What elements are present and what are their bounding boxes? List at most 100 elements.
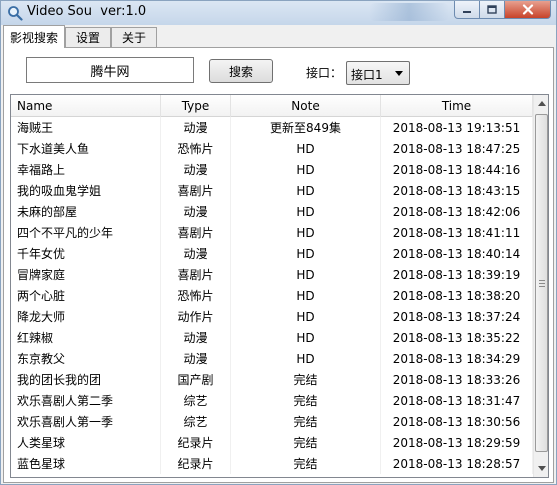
minimize-button[interactable]	[454, 1, 480, 19]
cell-note: HD	[231, 201, 381, 222]
search-button[interactable]: 搜索	[209, 59, 273, 83]
cell-note: HD	[231, 348, 381, 369]
cell-name: 降龙大师	[11, 306, 161, 327]
close-button[interactable]	[504, 1, 551, 19]
cell-time: 2018-08-13 18:44:16	[381, 159, 533, 180]
cell-time: 2018-08-13 18:38:20	[381, 285, 533, 306]
cell-type: 动漫	[161, 117, 231, 138]
cell-note: HD	[231, 327, 381, 348]
cell-name: 未麻的部屋	[11, 201, 161, 222]
cell-name: 欢乐喜剧人第二季	[11, 390, 161, 411]
dropdown-arrow-icon	[395, 71, 403, 76]
cell-note: 完结	[231, 369, 381, 390]
table-row[interactable]: 四个不平凡的少年 喜剧片 HD 2018-08-13 18:41:11	[11, 222, 533, 243]
cell-note: 完结	[231, 411, 381, 432]
cell-time: 2018-08-13 18:39:19	[381, 264, 533, 285]
cell-time: 2018-08-13 18:37:24	[381, 306, 533, 327]
scrollbar-thumb[interactable]	[535, 114, 548, 452]
tab-strip: 影视搜索 设置 关于	[3, 25, 554, 48]
cell-time: 2018-08-13 18:35:22	[381, 327, 533, 348]
cell-type: 国产剧	[161, 369, 231, 390]
tab-about[interactable]: 关于	[111, 27, 157, 47]
cell-type: 综艺	[161, 390, 231, 411]
cell-type: 动漫	[161, 159, 231, 180]
close-icon	[522, 4, 533, 15]
cell-note: HD	[231, 180, 381, 201]
table-row[interactable]: 海贼王 动漫 更新至849集 2018-08-13 19:13:51	[11, 117, 533, 138]
column-header-note[interactable]: Note	[231, 95, 381, 117]
tab-video-search[interactable]: 影视搜索	[3, 25, 65, 48]
cell-time: 2018-08-13 19:13:51	[381, 117, 533, 138]
minimize-icon	[463, 10, 471, 13]
results-list[interactable]: Name Type Note Time 海贼王 动漫 更新至849集 2018-08-…	[10, 94, 549, 478]
cell-note: HD	[231, 285, 381, 306]
cell-name: 下水道美人鱼	[11, 138, 161, 159]
interface-label: 接口：	[306, 66, 343, 80]
cell-note: HD	[231, 306, 381, 327]
table-row[interactable]: 欢乐喜剧人第二季 综艺 完结 2018-08-13 18:31:47	[11, 390, 533, 411]
cell-type: 动漫	[161, 348, 231, 369]
cell-note: 完结	[231, 390, 381, 411]
cell-time: 2018-08-13 18:41:11	[381, 222, 533, 243]
table-row[interactable]: 冒牌家庭 喜剧片 HD 2018-08-13 18:39:19	[11, 264, 533, 285]
column-header-type[interactable]: Type	[161, 95, 231, 117]
table-row[interactable]: 东京教父 动漫 HD 2018-08-13 18:34:29	[11, 348, 533, 369]
cell-name: 冒牌家庭	[11, 264, 161, 285]
search-input[interactable]	[26, 57, 194, 83]
table-row[interactable]: 两个心脏 恐怖片 HD 2018-08-13 18:38:20	[11, 285, 533, 306]
cell-type: 纪录片	[161, 453, 231, 474]
cell-type: 纪录片	[161, 432, 231, 453]
scroll-down-button[interactable]	[534, 460, 548, 477]
cell-time: 2018-08-13 18:28:57	[381, 453, 533, 474]
cell-note: HD	[231, 138, 381, 159]
column-header-time[interactable]: Time	[381, 95, 533, 117]
title-bar[interactable]: Video Sou ver:1.0	[1, 1, 556, 25]
table-row[interactable]: 欢乐喜剧人第一季 综艺 完结 2018-08-13 18:30:56	[11, 411, 533, 432]
scroll-up-button[interactable]	[534, 95, 548, 112]
vertical-scrollbar[interactable]	[533, 95, 548, 477]
table-row[interactable]: 未麻的部屋 动漫 HD 2018-08-13 18:42:06	[11, 201, 533, 222]
table-row[interactable]: 千年女优 动漫 HD 2018-08-13 18:40:14	[11, 243, 533, 264]
scrollbar-grip	[539, 280, 545, 287]
interface-select[interactable]: 接口1	[346, 61, 410, 85]
magnifier-icon	[7, 5, 23, 21]
cell-name: 海贼王	[11, 117, 161, 138]
cell-note: HD	[231, 264, 381, 285]
cell-name: 东京教父	[11, 348, 161, 369]
cell-name: 两个心脏	[11, 285, 161, 306]
app-window: Video Sou ver:1.0 影视搜索 设置 关于 搜索 接口： 接口1 …	[0, 0, 557, 485]
title-bar-decoration	[369, 3, 449, 21]
table-row[interactable]: 降龙大师 动作片 HD 2018-08-13 18:37:24	[11, 306, 533, 327]
table-row[interactable]: 幸福路上 动漫 HD 2018-08-13 18:44:16	[11, 159, 533, 180]
column-header-name[interactable]: Name	[11, 95, 161, 117]
table-row[interactable]: 我的团长我的团 国产剧 完结 2018-08-13 18:33:26	[11, 369, 533, 390]
cell-time: 2018-08-13 18:40:14	[381, 243, 533, 264]
table-row[interactable]: 下水道美人鱼 恐怖片 HD 2018-08-13 18:47:25	[11, 138, 533, 159]
table-row[interactable]: 蓝色星球 纪录片 完结 2018-08-13 18:28:57	[11, 453, 533, 474]
chevron-up-icon	[538, 101, 546, 106]
table-row[interactable]: 红辣椒 动漫 HD 2018-08-13 18:35:22	[11, 327, 533, 348]
cell-name: 我的吸血鬼学姐	[11, 180, 161, 201]
table-row[interactable]: 人类星球 纪录片 完结 2018-08-13 18:29:59	[11, 432, 533, 453]
cell-type: 喜剧片	[161, 264, 231, 285]
cell-type: 喜剧片	[161, 222, 231, 243]
cell-type: 恐怖片	[161, 285, 231, 306]
cell-type: 综艺	[161, 411, 231, 432]
cell-name: 四个不平凡的少年	[11, 222, 161, 243]
cell-note: HD	[231, 159, 381, 180]
cell-time: 2018-08-13 18:33:26	[381, 369, 533, 390]
interface-selected-value: 接口1	[351, 68, 383, 82]
cell-time: 2018-08-13 18:30:56	[381, 411, 533, 432]
table-row[interactable]: 我的吸血鬼学姐 喜剧片 HD 2018-08-13 18:43:15	[11, 180, 533, 201]
cell-type: 动漫	[161, 327, 231, 348]
cell-time: 2018-08-13 18:31:47	[381, 390, 533, 411]
maximize-button[interactable]	[479, 1, 505, 19]
cell-type: 动漫	[161, 201, 231, 222]
cell-type: 动漫	[161, 243, 231, 264]
list-header: Name Type Note Time	[11, 95, 533, 117]
cell-time: 2018-08-13 18:47:25	[381, 138, 533, 159]
cell-type: 恐怖片	[161, 138, 231, 159]
cell-name: 欢乐喜剧人第一季	[11, 411, 161, 432]
tab-settings[interactable]: 设置	[65, 27, 111, 47]
cell-note: 完结	[231, 453, 381, 474]
